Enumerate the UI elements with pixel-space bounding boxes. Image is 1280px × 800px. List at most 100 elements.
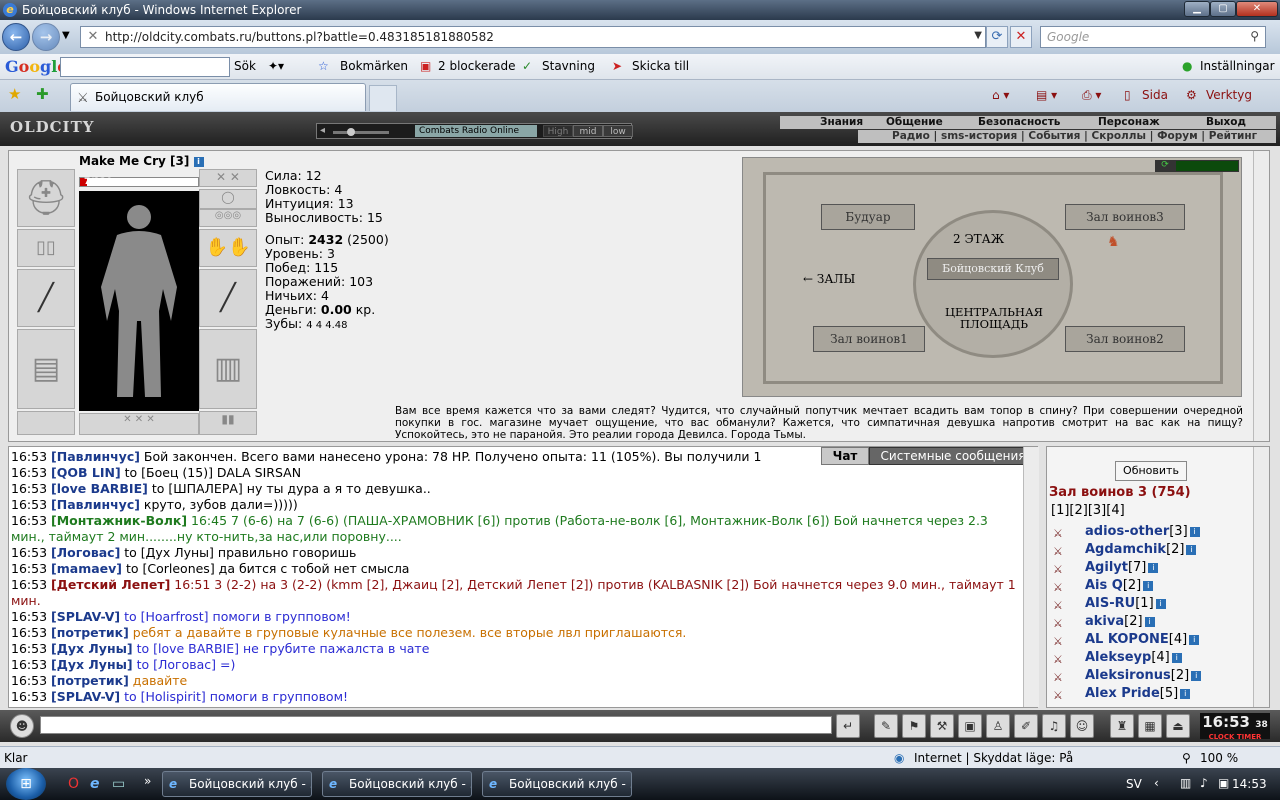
user-name[interactable]: Agdamchik xyxy=(1085,542,1166,557)
user-info-icon[interactable]: i xyxy=(1191,670,1202,681)
chat-time[interactable]: 16:53 xyxy=(11,641,47,656)
chat-time[interactable]: 16:53 xyxy=(11,689,47,704)
weapon-right-slot[interactable]: ╱ xyxy=(199,269,257,327)
private-message-icon[interactable]: ⚔ xyxy=(1053,525,1077,540)
tray-app-icon[interactable]: ▣ xyxy=(1218,776,1229,790)
user-row[interactable]: ⚔ Alekseyp[4] i xyxy=(1051,649,1251,667)
search-input[interactable]: Google ⚲ xyxy=(1040,26,1266,48)
clock-time[interactable]: 14:53 xyxy=(1232,777,1267,791)
menu-exit[interactable]: Выход xyxy=(1206,116,1246,128)
user-info-icon[interactable]: i xyxy=(1189,526,1200,537)
user-info-icon[interactable]: i xyxy=(1155,598,1166,609)
chat-nick[interactable]: [SPLAV-V] xyxy=(51,689,120,704)
back-button[interactable]: ← xyxy=(2,23,30,51)
private-message-icon[interactable]: ⚔ xyxy=(1053,687,1077,702)
taskbar-item[interactable]: e Бойцовский клуб - ... xyxy=(322,771,472,797)
start-button[interactable]: ⊞ xyxy=(6,768,46,800)
char-panel-scrollbar[interactable] xyxy=(1253,151,1269,441)
chat-avatar-icon[interactable]: ☻ xyxy=(10,714,34,738)
menu-security[interactable]: Безопасность xyxy=(978,116,1060,128)
user-row[interactable]: ⚔ AIS-RU[1] i xyxy=(1051,595,1251,613)
user-name[interactable]: AL KOPONE xyxy=(1085,632,1169,647)
chat-time[interactable]: 16:53 xyxy=(11,577,47,592)
save-icon[interactable]: ▣ xyxy=(958,714,982,738)
extra-slots[interactable]: ✕ ✕ ✕ xyxy=(79,413,199,435)
user-name[interactable]: Ais Q xyxy=(1085,578,1123,593)
send-message-icon[interactable]: ↵ xyxy=(836,714,860,738)
private-message-icon[interactable]: ⚔ xyxy=(1053,651,1077,666)
add-favorite-icon[interactable]: ✚ xyxy=(36,85,49,103)
refresh-icon[interactable]: ⟳ xyxy=(986,26,1008,48)
maximize-button[interactable]: ▢ xyxy=(1210,1,1236,17)
tools-menu[interactable]: Verktyg xyxy=(1206,88,1252,102)
eraser-icon[interactable]: ✎ xyxy=(874,714,898,738)
userlist-scrollbar[interactable] xyxy=(1253,447,1269,707)
user-name[interactable]: Agilyt xyxy=(1085,560,1128,575)
tab-system-messages[interactable]: Системные сообщения xyxy=(869,447,1037,465)
user-row[interactable]: ⚔ adios-other[3] i xyxy=(1051,523,1251,541)
chat-nick[interactable]: [потретик] xyxy=(51,625,129,640)
info-icon[interactable]: i xyxy=(193,156,204,167)
bookmarks-menu[interactable]: Bokmärken xyxy=(340,59,408,73)
chat-time[interactable]: 16:53 xyxy=(11,465,47,480)
hammer-icon[interactable]: ⚒ xyxy=(930,714,954,738)
chat-nick[interactable]: [love BARBIE] xyxy=(51,481,148,496)
pencil-icon[interactable]: ✐ xyxy=(1014,714,1038,738)
chat-time[interactable]: 16:53 xyxy=(11,625,47,640)
sok-button[interactable]: Sök xyxy=(234,59,256,73)
location-hall2[interactable]: Зал воинов2 xyxy=(1065,326,1185,352)
chat-scrollbar[interactable] xyxy=(1023,447,1039,707)
exit-icon[interactable]: ⏏ xyxy=(1166,714,1190,738)
chat-nick[interactable]: [Дух Луны] xyxy=(51,641,133,656)
rings-slot[interactable]: ◎◎◎ xyxy=(199,209,257,227)
puzzle-icon[interactable]: ✦▾ xyxy=(268,59,284,73)
favorites-star-icon[interactable]: ★ xyxy=(8,85,21,103)
volume-knob[interactable] xyxy=(347,128,355,136)
ie-quicklaunch-icon[interactable]: e xyxy=(90,776,100,792)
zoom-level[interactable]: 100 % xyxy=(1200,751,1238,765)
location-hall1[interactable]: Зал воинов1 xyxy=(813,326,925,352)
menu-character[interactable]: Персонаж xyxy=(1098,116,1160,128)
user-row[interactable]: ⚔ Agilyt[7] i xyxy=(1051,559,1251,577)
inventory-icon[interactable]: ▦ xyxy=(1138,714,1162,738)
music-icon[interactable]: ♫ xyxy=(1042,714,1066,738)
volume-slider[interactable] xyxy=(333,131,389,134)
chat-time[interactable]: 16:53 xyxy=(11,513,47,528)
location-halls[interactable]: ← ЗАЛЫ xyxy=(803,272,855,286)
tab-active[interactable]: ⚔ Бойцовский клуб xyxy=(70,83,366,111)
private-message-icon[interactable]: ⚔ xyxy=(1053,669,1077,684)
user-name[interactable]: akiva xyxy=(1085,614,1124,629)
address-bar[interactable]: ✕ http://oldcity.combats.ru/buttons.pl?b… xyxy=(80,26,986,48)
chat-nick[interactable]: [Дух Луны] xyxy=(51,657,133,672)
language-indicator[interactable]: SV xyxy=(1126,777,1142,791)
radio-station[interactable]: Combats Radio Online xyxy=(415,125,537,137)
print-icon[interactable]: ⎙ ▾ xyxy=(1082,88,1101,103)
chat-time[interactable]: 16:53 xyxy=(11,497,47,512)
chat-time[interactable]: 16:53 xyxy=(11,545,47,560)
refresh-button[interactable]: Обновить xyxy=(1115,461,1187,481)
blocked-popups[interactable]: 2 blockerade xyxy=(438,59,516,73)
more-icon[interactable]: » xyxy=(144,774,151,788)
private-message-icon[interactable]: ⚔ xyxy=(1053,543,1077,558)
history-dropdown-icon[interactable]: ▼ xyxy=(62,30,70,41)
chat-nick[interactable]: [QOB LIN] xyxy=(51,465,121,480)
user-row[interactable]: ⚔ Agdamchik[2] i xyxy=(1051,541,1251,559)
menu-communication[interactable]: Общение xyxy=(886,116,943,128)
chat-time[interactable]: 16:53 xyxy=(11,561,47,576)
smiley-icon[interactable]: ☺ xyxy=(1070,714,1094,738)
home-icon[interactable]: ⌂ ▾ xyxy=(992,88,1009,102)
chat-time[interactable]: 16:53 xyxy=(11,673,47,688)
user-row[interactable]: ⚔ AL KOPONE[4] i xyxy=(1051,631,1251,649)
boots-slot[interactable]: ▮▮ xyxy=(199,411,257,435)
user-pages[interactable]: [1][2][3][4] xyxy=(1051,503,1125,518)
private-message-icon[interactable]: ⚔ xyxy=(1053,561,1077,576)
desktop-icon[interactable]: ▭ xyxy=(112,776,125,792)
user-info-icon[interactable]: i xyxy=(1143,580,1154,591)
location-club[interactable]: Бойцовский Клуб xyxy=(927,258,1059,280)
user-name[interactable]: Aleksironus xyxy=(1085,668,1171,683)
private-message-icon[interactable]: ⚔ xyxy=(1053,633,1077,648)
location-floor2[interactable]: 2 ЭТАЖ xyxy=(953,232,1004,246)
chat-time[interactable]: 16:53 xyxy=(11,609,47,624)
volume-icon[interactable]: ♪ xyxy=(1200,776,1208,790)
settings-menu[interactable]: Inställningar xyxy=(1200,59,1275,73)
